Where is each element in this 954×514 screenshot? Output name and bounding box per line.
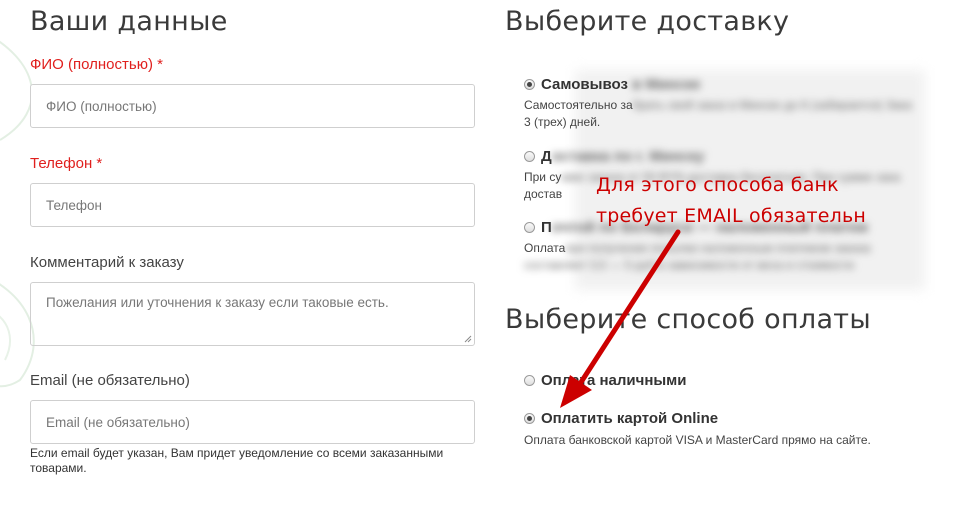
radio-selected-icon[interactable] <box>524 413 535 424</box>
email-label: Email (не обязательно) <box>30 372 190 389</box>
annotation-line-1: Для этого способа банк <box>596 174 839 196</box>
section-title-delivery: Выберите доставку <box>505 6 790 37</box>
comment-textarea[interactable]: Пожелания или уточнения к заказу если та… <box>30 282 475 346</box>
email-input[interactable]: Email (не обязательно) <box>30 400 475 444</box>
payment-option-card[interactable]: Оплатить картой Online <box>524 410 718 427</box>
payment-option-label: Оплата наличными <box>541 372 687 389</box>
payment-option-label: Оплатить картой Online <box>541 410 719 427</box>
phone-input[interactable]: Телефон <box>30 183 475 227</box>
section-title-your-data: Ваши данные <box>30 6 228 37</box>
delivery-option-pickup[interactable]: Самовывоз в Минске <box>524 76 700 93</box>
section-title-payment: Выберите способ оплаты <box>505 304 871 335</box>
annotation-line-2: требует EMAIL обязательн <box>596 205 867 227</box>
delivery-option-label: П <box>541 219 552 236</box>
phone-placeholder: Телефон <box>46 197 103 213</box>
delivery-option-desc: Самостоятельно забрать свой заказ в Минс… <box>524 98 912 129</box>
delivery-option-label-blurred: в Минске <box>632 76 701 93</box>
delivery-option-desc: Оплатапри получении посылки наложенным п… <box>524 241 871 272</box>
email-placeholder: Email (не обязательно) <box>46 414 190 430</box>
payment-option-desc: Оплата банковской картой VISA и MasterCa… <box>524 433 871 447</box>
radio-unselected-icon[interactable] <box>524 151 535 162</box>
comment-label: Комментарий к заказу <box>30 254 184 271</box>
fio-input[interactable]: ФИО (полностью) <box>30 84 475 128</box>
delivery-option-label: Самовывоз <box>541 76 628 93</box>
delivery-option-courier[interactable]: Доставка по г. Минску <box>524 148 704 165</box>
resize-handle-icon[interactable] <box>464 335 472 343</box>
phone-label: Телефон * <box>30 155 103 172</box>
comment-placeholder: Пожелания или уточнения к заказу если та… <box>46 295 389 310</box>
email-hint: Если email будет указан, Вам придет увед… <box>30 446 444 475</box>
fio-label: ФИО (полностью) * <box>30 56 163 73</box>
radio-unselected-icon[interactable] <box>524 375 535 386</box>
radio-selected-icon[interactable] <box>524 79 535 90</box>
fio-placeholder: ФИО (полностью) <box>46 98 157 114</box>
delivery-option-label: Д <box>541 148 552 165</box>
radio-unselected-icon[interactable] <box>524 222 535 233</box>
annotation-text: Для этого способа банк требует EMAIL обя… <box>596 170 866 232</box>
payment-option-cash[interactable]: Оплата наличными <box>524 372 687 389</box>
delivery-option-label-blurred: оставка по г. Минску <box>551 148 705 165</box>
